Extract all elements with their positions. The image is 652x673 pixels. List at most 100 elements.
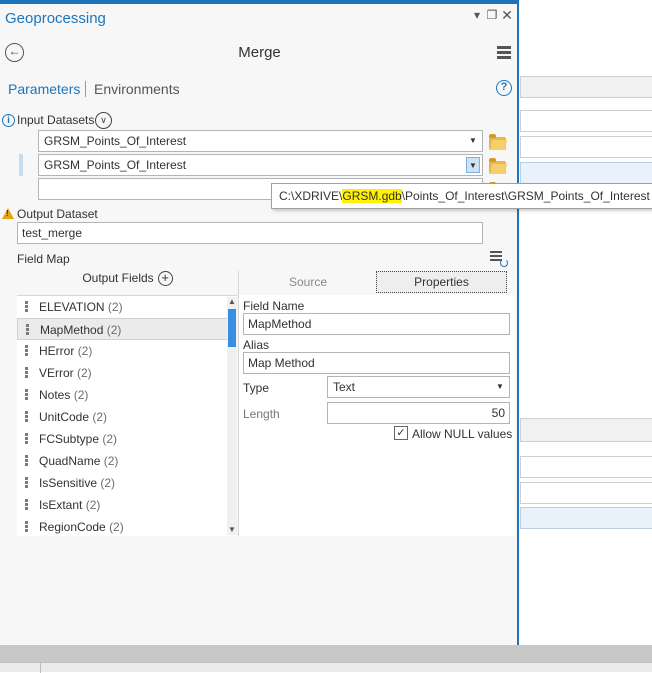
scrollbar-thumb[interactable] [228, 309, 236, 347]
drag-handle-icon[interactable] [25, 411, 28, 423]
output-dataset-label: Output Dataset [17, 207, 98, 221]
row-selected-marker [19, 154, 23, 176]
field-name: MapMethod [40, 323, 104, 337]
drag-handle-icon[interactable] [25, 455, 28, 467]
field-count: (2) [109, 520, 124, 534]
info-icon[interactable]: i [2, 114, 15, 127]
drag-handle-icon[interactable] [26, 324, 29, 336]
drag-handle-icon[interactable] [25, 477, 28, 489]
drag-handle-icon[interactable] [25, 389, 28, 401]
field-name: RegionCode [39, 520, 106, 534]
input-dataset-2-value: GRSM_Points_Of_Interest [44, 158, 187, 172]
drag-handle-icon[interactable] [25, 499, 28, 511]
field-name: VError [39, 366, 74, 380]
chevron-down-icon[interactable]: ∨ [95, 112, 112, 129]
dropdown-arrow-icon[interactable]: ▼ [466, 133, 480, 149]
field-count: (2) [103, 454, 119, 468]
list-item[interactable]: HError (2) [17, 340, 237, 362]
scroll-up-icon[interactable]: ▲ [227, 297, 237, 307]
help-icon[interactable]: ? [496, 80, 512, 96]
tab-source[interactable]: Source [243, 271, 373, 293]
list-item[interactable]: UnitCode (2) [17, 406, 237, 428]
type-select[interactable]: Text ▼ [327, 376, 510, 398]
status-bar [0, 645, 652, 662]
tab-parameters[interactable]: Parameters [8, 81, 80, 97]
field-count: (2) [77, 344, 93, 358]
close-icon[interactable]: ✕ [501, 8, 513, 22]
folder-icon[interactable] [489, 158, 506, 174]
field-count: (2) [107, 300, 123, 314]
list-item[interactable]: MapMethod (2) [17, 318, 237, 340]
path-tooltip: C:\XDRIVE\GRSM.gdb\Points_Of_Interest\GR… [271, 183, 652, 209]
drag-handle-icon[interactable] [25, 345, 28, 357]
input-dataset-2[interactable]: GRSM_Points_Of_Interest ▼ [38, 154, 483, 176]
field-count: (2) [102, 432, 118, 446]
background-row [520, 110, 652, 132]
list-item[interactable]: QuadName (2) [17, 450, 237, 472]
field-count: (2) [106, 323, 122, 337]
drag-handle-icon[interactable] [25, 433, 28, 445]
field-name: HError [39, 344, 75, 358]
input-dataset-1[interactable]: GRSM_Points_Of_Interest ▼ [38, 130, 483, 152]
drag-handle-icon[interactable] [25, 521, 28, 533]
field-name: ELEVATION [39, 300, 105, 314]
field-count: (2) [73, 388, 89, 402]
dropdown-icon[interactable]: ▾ [471, 9, 483, 21]
background-row [520, 136, 652, 158]
alias-label: Alias [243, 338, 270, 352]
list-item[interactable]: VError (2) [17, 362, 237, 384]
allow-null-label: Allow NULL values [412, 427, 513, 441]
field-name: IsExtant [39, 498, 83, 512]
geoprocessing-pane: Geoprocessing ▾ ❐ ✕ ← Merge Parameters E… [0, 0, 519, 645]
field-count: (2) [92, 410, 108, 424]
fields-scrollbar[interactable]: ▲ ▼ [227, 297, 237, 535]
list-item[interactable]: Notes (2) [17, 384, 237, 406]
field-name: UnitCode [39, 410, 90, 424]
tool-title: Merge [238, 44, 281, 61]
length-input[interactable]: 50 [327, 402, 510, 424]
list-item[interactable]: ELEVATION (2) [17, 296, 237, 318]
list-item[interactable]: RegionCode (2) [17, 516, 237, 536]
output-fields-list: ELEVATION (2) MapMethod (2) HError (2) V… [17, 295, 237, 536]
field-name: FCSubtype [39, 432, 100, 446]
output-fields-header: Output Fields + [17, 271, 238, 295]
add-field-icon[interactable]: + [157, 271, 173, 287]
pane-title: Geoprocessing [5, 10, 106, 27]
list-item[interactable]: FCSubtype (2) [17, 428, 237, 450]
dropdown-arrow-icon[interactable]: ▼ [466, 157, 480, 173]
tooltip-highlight: GRSM.gdb [342, 189, 402, 203]
output-dataset-field[interactable]: test_merge [17, 222, 483, 244]
tab-environments[interactable]: Environments [94, 81, 180, 97]
drag-handle-icon[interactable] [25, 367, 28, 379]
field-map-label: Field Map [17, 252, 70, 266]
tooltip-suffix: \Points_Of_Interest\GRSM_Points_Of_Inter… [401, 189, 650, 203]
field-count: (2) [85, 498, 101, 512]
input-dataset-1-value: GRSM_Points_Of_Interest [44, 134, 187, 148]
list-item[interactable]: IsExtant (2) [17, 494, 237, 516]
folder-icon[interactable] [489, 134, 506, 150]
menu-icon[interactable] [497, 46, 511, 61]
tooltip-prefix: C:\XDRIVE\ [279, 189, 343, 203]
field-count: (2) [77, 366, 92, 380]
field-count: (2) [100, 476, 116, 490]
background-row [520, 482, 652, 504]
field-name-input[interactable]: MapMethod [243, 313, 510, 335]
length-label: Length [243, 407, 280, 421]
drag-handle-icon[interactable] [25, 301, 28, 313]
field-name: Notes [39, 388, 71, 402]
dropdown-arrow-icon[interactable]: ▼ [493, 379, 507, 395]
warning-icon: ! [2, 208, 14, 219]
reset-field-map-icon[interactable] [490, 251, 508, 267]
type-label: Type [243, 381, 270, 395]
tab-separator [85, 81, 86, 97]
background-row [520, 418, 652, 442]
field-name-label: Field Name [243, 299, 305, 313]
scroll-down-icon[interactable]: ▼ [227, 525, 237, 535]
alias-input[interactable]: Map Method [243, 352, 510, 374]
maximize-icon[interactable]: ❐ [486, 9, 498, 21]
background-row [520, 162, 652, 184]
list-item[interactable]: IsSensitive (2) [17, 472, 237, 494]
allow-null-checkbox[interactable]: ✓ [394, 426, 408, 440]
background-row [520, 76, 652, 98]
tab-properties[interactable]: Properties [376, 271, 507, 293]
